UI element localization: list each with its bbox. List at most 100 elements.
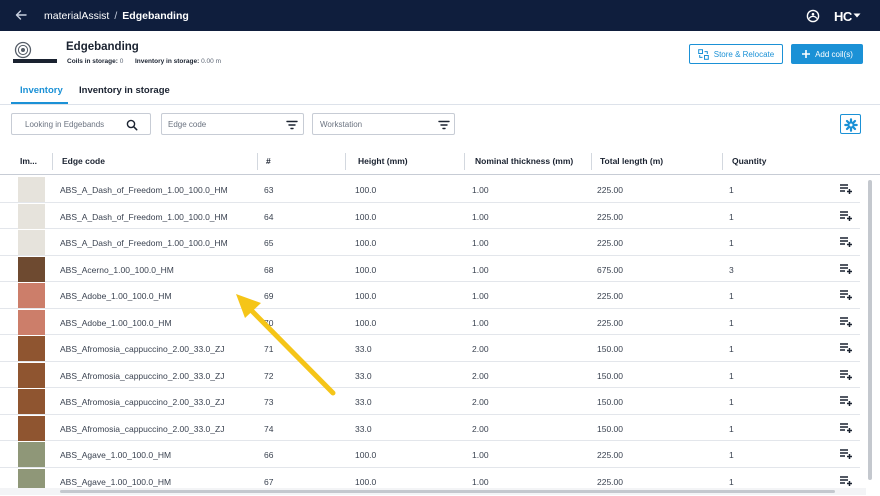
playlist-add-icon[interactable] — [839, 183, 853, 195]
number-cell: 65 — [264, 238, 274, 248]
edge-code-cell: ABS_A_Dash_of_Freedom_1.00_100.0_HM — [60, 238, 228, 248]
storage-stats: Coils in storage: 0 Inventory in storage… — [67, 58, 221, 65]
arrow-left-icon[interactable] — [14, 8, 28, 22]
playlist-add-icon[interactable] — [839, 263, 853, 275]
number-cell: 67 — [264, 476, 274, 487]
breadcrumb-separator: / — [114, 10, 118, 22]
tab-divider — [0, 104, 880, 105]
help-icon[interactable] — [806, 9, 820, 23]
table-row[interactable]: ABS_Afromosia_cappuccino_2.00_33.0_ZJ 72 3… — [0, 362, 860, 388]
column-image[interactable]: Im... — [20, 156, 37, 166]
playlist-add-icon[interactable] — [839, 448, 853, 460]
playlist-add-icon[interactable] — [839, 369, 853, 381]
playlist-add-icon[interactable] — [839, 210, 853, 222]
edge-code-cell: ABS_Afromosia_cappuccino_2.00_33.0_ZJ — [60, 370, 225, 381]
column-nominal-thickness[interactable]: Nominal thickness (mm) — [475, 156, 573, 166]
thickness-cell: 1.00 — [472, 476, 489, 487]
quantity-cell: 1 — [729, 397, 734, 407]
material-swatch — [18, 177, 45, 202]
thickness-cell: 1.00 — [472, 317, 489, 328]
playlist-add-icon[interactable] — [839, 289, 853, 301]
column-number[interactable]: # — [266, 156, 271, 166]
store-relocate-button[interactable]: Store & Relocate — [689, 44, 783, 64]
column-edge-code[interactable]: Edge code — [62, 156, 105, 166]
material-swatch — [18, 362, 45, 388]
quantity-cell: 1 — [729, 185, 734, 195]
brand-logo[interactable]: HC — [834, 9, 852, 24]
table-row[interactable]: ABS_Acerno_1.00_100.0_HM 68 100.0 1.00 675.0… — [0, 256, 860, 282]
inventory-value: 0.00 m — [201, 58, 221, 65]
edge-code-cell: ABS_Agave_1.00_100.0_HM — [60, 476, 172, 487]
height-cell: 33.0 — [355, 423, 372, 434]
playlist-add-icon[interactable] — [839, 475, 853, 487]
height-cell: 100.0 — [355, 450, 377, 460]
number-cell: 68 — [264, 264, 274, 275]
thickness-cell: 2.00 — [472, 370, 489, 381]
playlist-add-icon[interactable] — [839, 395, 853, 407]
coils-label: Coils in storage: — [67, 58, 118, 65]
thickness-cell: 1.00 — [472, 211, 489, 222]
search-input[interactable]: Looking in Edgebands — [11, 113, 151, 135]
vertical-scrollbar[interactable] — [866, 176, 874, 488]
workstation-select[interactable]: Workstation — [312, 113, 455, 135]
table-row[interactable]: ABS_A_Dash_of_Freedom_1.00_100.0_HM 63 100… — [0, 176, 860, 203]
playlist-add-icon[interactable] — [839, 342, 853, 354]
height-cell: 33.0 — [355, 397, 372, 407]
quantity-cell: 1 — [729, 211, 734, 222]
material-swatch — [18, 203, 45, 229]
top-bar: materialAssist / Edgebanding HC — [0, 0, 880, 31]
quantity-cell: 1 — [729, 344, 734, 354]
thickness-cell: 1.00 — [472, 450, 489, 460]
table-row[interactable]: ABS_Adobe_1.00_100.0_HM 69 100.0 1.00 225.00… — [0, 282, 860, 309]
table-settings-button[interactable] — [840, 114, 861, 134]
breadcrumb-app[interactable]: materialAssist — [44, 10, 109, 22]
column-total-length[interactable]: Total length (m) — [600, 156, 663, 166]
number-cell: 64 — [264, 211, 274, 222]
number-cell: 70 — [264, 317, 274, 328]
horizontal-scrollbar[interactable] — [0, 488, 866, 495]
playlist-add-icon[interactable] — [839, 422, 853, 434]
quantity-cell: 3 — [729, 264, 734, 275]
thickness-cell: 2.00 — [472, 344, 489, 354]
playlist-add-icon[interactable] — [839, 316, 853, 328]
length-cell: 225.00 — [597, 211, 623, 222]
height-cell: 33.0 — [355, 370, 372, 381]
playlist-add-icon[interactable] — [839, 236, 853, 248]
add-coils-button[interactable]: Add coil(s) — [791, 44, 863, 64]
search-placeholder: Looking in Edgebands — [25, 120, 105, 129]
table-row[interactable]: ABS_A_Dash_of_Freedom_1.00_100.0_HM 65 100… — [0, 229, 860, 256]
height-cell: 100.0 — [355, 291, 377, 301]
gear-icon — [844, 118, 858, 132]
table-header: Im... Edge code # Height (mm) Nominal th… — [0, 149, 880, 175]
column-quantity[interactable]: Quantity — [732, 156, 766, 166]
chevron-down-icon[interactable] — [853, 11, 861, 19]
quantity-cell: 1 — [729, 370, 734, 381]
edge-code-select[interactable]: Edge code — [161, 113, 304, 135]
table-row[interactable]: ABS_Afromosia_cappuccino_2.00_33.0_ZJ 71 3… — [0, 335, 860, 362]
table-row[interactable]: ABS_A_Dash_of_Freedom_1.00_100.0_HM 64 100… — [0, 203, 860, 229]
filter-icon[interactable] — [438, 119, 450, 131]
edge-code-cell: ABS_Acerno_1.00_100.0_HM — [60, 264, 174, 275]
filter-icon[interactable] — [286, 119, 298, 131]
edge-code-cell: ABS_A_Dash_of_Freedom_1.00_100.0_HM — [60, 211, 228, 222]
table-row[interactable]: ABS_Afromosia_cappuccino_2.00_33.0_ZJ 74 3… — [0, 415, 860, 441]
table-row[interactable]: ABS_Afromosia_cappuccino_2.00_33.0_ZJ 73 3… — [0, 388, 860, 415]
height-cell: 100.0 — [355, 476, 377, 487]
number-cell: 74 — [264, 423, 274, 434]
height-cell: 100.0 — [355, 211, 377, 222]
edge-code-cell: ABS_A_Dash_of_Freedom_1.00_100.0_HM — [60, 185, 228, 195]
search-icon[interactable] — [126, 119, 138, 131]
add-coils-label: Add coil(s) — [815, 49, 853, 59]
tab-inventory[interactable]: Inventory — [11, 80, 68, 104]
table-row[interactable]: ABS_Agave_1.00_100.0_HM 66 100.0 1.00 225.00… — [0, 441, 860, 468]
number-cell: 71 — [264, 344, 274, 354]
column-height[interactable]: Height (mm) — [358, 156, 408, 166]
length-cell: 150.00 — [597, 370, 623, 381]
table-row[interactable]: ABS_Adobe_1.00_100.0_HM 70 100.0 1.00 225.00… — [0, 309, 860, 335]
length-cell: 225.00 — [597, 317, 623, 328]
thickness-cell: 1.00 — [472, 264, 489, 275]
quantity-cell: 1 — [729, 317, 734, 328]
thickness-cell: 1.00 — [472, 185, 489, 195]
length-cell: 225.00 — [597, 450, 623, 460]
tab-inventory-in-storage[interactable]: Inventory in storage — [79, 80, 170, 104]
